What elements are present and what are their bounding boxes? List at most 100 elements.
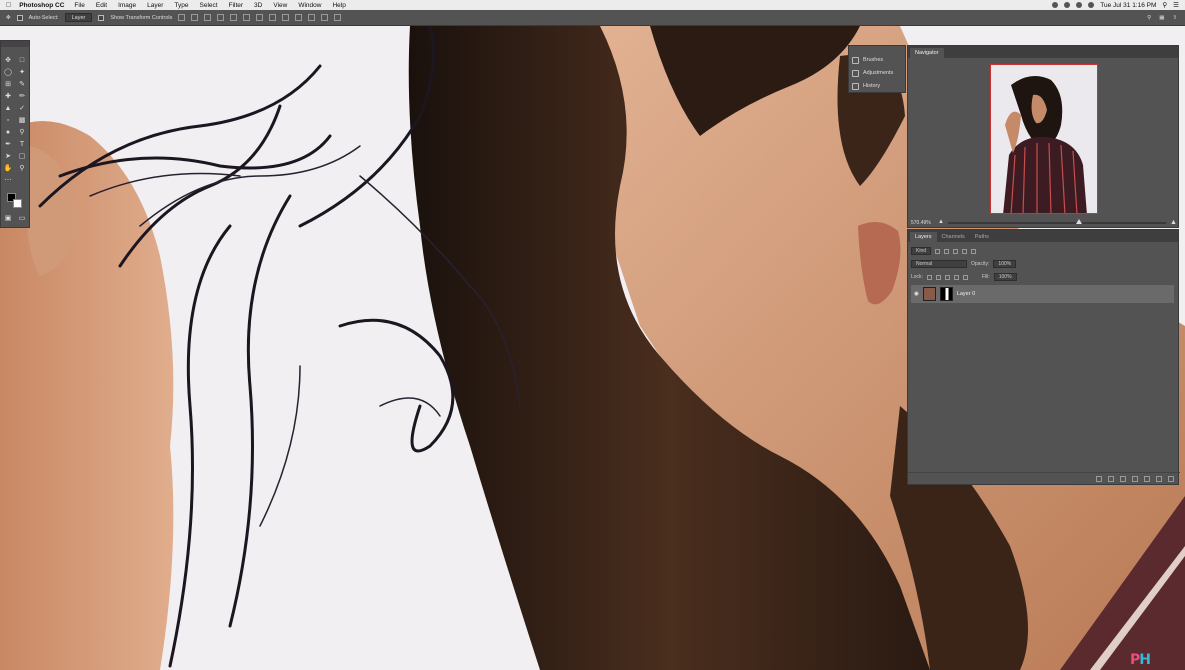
menu-file[interactable]: File <box>74 2 84 9</box>
status-icon[interactable] <box>1052 2 1059 8</box>
history-brush-icon[interactable]: ✓ <box>17 103 27 113</box>
clock[interactable]: Tue Jul 31 1:16 PM <box>1100 2 1156 9</box>
dock-item-history[interactable]: History <box>852 80 906 92</box>
marquee-tool-icon[interactable]: □ <box>17 55 27 65</box>
distribute-icon[interactable] <box>269 14 277 21</box>
lock-pixels-icon[interactable] <box>935 274 941 280</box>
search-icon[interactable]: ⚲ <box>1147 15 1151 21</box>
workspace-icon[interactable]: ▦ <box>1159 15 1164 21</box>
filter-type-icon[interactable] <box>953 248 959 254</box>
type-tool-icon[interactable]: T <box>17 139 27 149</box>
tab-paths[interactable]: Paths <box>970 232 994 242</box>
menu-layer[interactable]: Layer <box>147 2 163 9</box>
healing-brush-icon[interactable]: ✚ <box>3 91 13 101</box>
filter-adjustment-icon[interactable] <box>944 248 950 254</box>
filter-pixel-icon[interactable] <box>935 248 941 254</box>
menu-help[interactable]: Help <box>332 2 345 9</box>
menu-list-icon[interactable]: ☰ <box>1173 1 1179 9</box>
filter-smart-object-icon[interactable] <box>971 248 977 254</box>
move-tool-icon[interactable]: ✥ <box>3 55 13 65</box>
lock-all-icon[interactable] <box>962 274 968 280</box>
menu-window[interactable]: Window <box>298 2 321 9</box>
navigator-preview[interactable] <box>990 64 1098 214</box>
pen-tool-icon[interactable]: ✒ <box>3 139 13 149</box>
status-icon[interactable] <box>1076 2 1083 8</box>
add-mask-icon[interactable] <box>1120 475 1126 482</box>
tools-panel-grip[interactable] <box>1 41 29 47</box>
blur-tool-icon[interactable]: ● <box>3 127 13 137</box>
lock-transparency-icon[interactable] <box>926 274 932 280</box>
shape-tool-icon[interactable]: ▢ <box>17 151 27 161</box>
screen-mode-icon[interactable]: ▭ <box>17 213 27 223</box>
auto-select-dropdown[interactable]: Layer <box>64 13 93 22</box>
adjustment-layer-icon[interactable] <box>1132 475 1138 482</box>
menu-view[interactable]: View <box>273 2 287 9</box>
dodge-tool-icon[interactable]: ⚲ <box>17 127 27 137</box>
tab-layers[interactable]: Layers <box>910 232 937 242</box>
menu-edit[interactable]: Edit <box>96 2 107 9</box>
align-bottom-icon[interactable] <box>204 14 212 21</box>
fill-field[interactable]: 100% <box>993 273 1017 281</box>
dock-item-adjustments[interactable]: Adjustments <box>852 67 906 79</box>
quick-mask-icon[interactable]: ▣ <box>3 213 13 223</box>
app-name-menu[interactable]: Photoshop CC <box>19 2 64 9</box>
new-group-icon[interactable] <box>1144 475 1150 482</box>
lock-position-icon[interactable] <box>944 274 950 280</box>
align-middle-icon[interactable] <box>191 14 199 21</box>
align-top-icon[interactable] <box>178 14 186 21</box>
auto-align-icon[interactable] <box>295 14 303 21</box>
blend-mode-dropdown[interactable]: Normal <box>911 260 967 268</box>
more-tools-icon[interactable]: ⋯ <box>3 175 13 185</box>
hand-tool-icon[interactable]: ✋ <box>3 163 13 173</box>
crop-tool-icon[interactable]: ⊞ <box>3 79 13 89</box>
menu-filter[interactable]: Filter <box>229 2 243 9</box>
layer-row[interactable]: ◉ Layer 0 <box>911 285 1174 303</box>
menu-image[interactable]: Image <box>118 2 136 9</box>
dock-item-brushes[interactable]: Brushes <box>852 54 906 66</box>
status-icon[interactable] <box>1064 2 1071 8</box>
menu-type[interactable]: Type <box>174 2 188 9</box>
zoom-in-icon[interactable]: ▲ <box>1170 219 1177 226</box>
background-color-swatch[interactable] <box>13 199 22 208</box>
auto-select-checkbox[interactable] <box>16 14 23 21</box>
apple-icon[interactable]:  <box>6 2 11 9</box>
opacity-field[interactable]: 100% <box>993 260 1017 268</box>
trash-icon[interactable] <box>1168 475 1174 482</box>
layer-name[interactable]: Layer 0 <box>957 291 975 297</box>
new-layer-icon[interactable] <box>1156 475 1162 482</box>
distribute-icon[interactable] <box>282 14 290 21</box>
3d-mode-icon[interactable] <box>321 14 329 21</box>
3d-mode-icon[interactable] <box>334 14 342 21</box>
magic-wand-icon[interactable]: ✦ <box>17 67 27 77</box>
zoom-out-icon[interactable]: ▲ <box>938 219 944 225</box>
brush-tool-icon[interactable]: ✏ <box>17 91 27 101</box>
share-icon[interactable]: ⇧ <box>1172 15 1177 21</box>
menu-3d[interactable]: 3D <box>254 2 262 9</box>
layer-kind-filter[interactable]: Kind <box>911 247 932 255</box>
lasso-tool-icon[interactable]: ◯ <box>3 67 13 77</box>
eye-icon[interactable]: ◉ <box>914 291 919 297</box>
align-center-icon[interactable] <box>230 14 238 21</box>
eraser-tool-icon[interactable]: ▫ <box>3 115 13 125</box>
lock-artboard-icon[interactable] <box>953 274 959 280</box>
wifi-icon[interactable] <box>1088 2 1095 8</box>
menu-select[interactable]: Select <box>200 2 218 9</box>
layer-style-icon[interactable] <box>1108 475 1114 482</box>
tab-channels[interactable]: Channels <box>937 232 970 242</box>
tab-navigator[interactable]: Navigator <box>910 48 944 58</box>
search-icon[interactable]: ⚲ <box>1162 1 1167 9</box>
zoom-slider-handle[interactable] <box>1075 219 1082 224</box>
align-left-icon[interactable] <box>217 14 225 21</box>
eyedropper-icon[interactable]: ✎ <box>17 79 27 89</box>
transform-controls-checkbox[interactable] <box>98 14 105 21</box>
gradient-tool-icon[interactable]: ▩ <box>17 115 27 125</box>
clone-stamp-icon[interactable]: ▲ <box>3 103 13 113</box>
link-layers-icon[interactable] <box>1096 475 1102 482</box>
zoom-tool-icon[interactable]: ⚲ <box>17 163 27 173</box>
layer-mask-thumbnail[interactable] <box>939 287 953 301</box>
filter-shape-icon[interactable] <box>962 248 968 254</box>
zoom-slider[interactable] <box>948 222 1166 224</box>
move-tool-icon[interactable]: ✥ <box>6 15 11 21</box>
path-selection-icon[interactable]: ➤ <box>3 151 13 161</box>
distribute-icon[interactable] <box>256 14 264 21</box>
